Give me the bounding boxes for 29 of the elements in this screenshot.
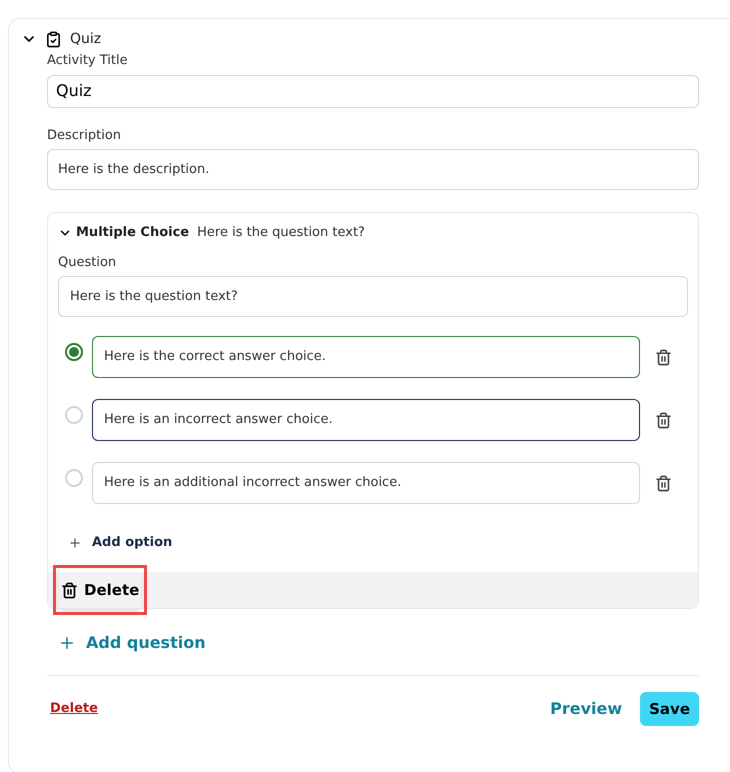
delete-question-button[interactable]: Delete <box>59 570 142 610</box>
trash-icon <box>61 582 78 598</box>
add-question-button[interactable]: Add question <box>58 631 206 655</box>
answer-field[interactable]: Here is an additional incorrect answer choice. <box>92 462 640 504</box>
preview-button[interactable]: Preview <box>550 697 622 721</box>
delete-link[interactable]: Delete <box>50 699 98 719</box>
text-field[interactable]: Here is the description. <box>47 149 699 190</box>
field-label: Activity Title <box>47 52 129 70</box>
question-summary: Here is the question text? <box>197 224 365 242</box>
trash-icon <box>655 474 672 492</box>
plus-icon <box>68 536 82 550</box>
question-field[interactable]: Here is the question text? <box>58 276 688 317</box>
add-option-button[interactable]: Add option <box>68 528 172 558</box>
delete-choice-button[interactable] <box>655 474 672 492</box>
activity-name: Quiz <box>70 30 102 48</box>
delete-choice-button[interactable] <box>655 348 672 366</box>
question-type: Multiple Choice <box>76 224 190 242</box>
field-label: Description <box>47 126 122 144</box>
trash-icon <box>655 412 672 428</box>
field-label: Question <box>58 254 118 272</box>
plus-icon <box>58 634 76 652</box>
clipboard-check-icon <box>45 30 62 48</box>
save-button[interactable]: Save <box>640 692 699 726</box>
trash-icon <box>655 348 672 366</box>
text-field[interactable]: Quiz <box>47 74 699 108</box>
delete-choice-button[interactable] <box>655 412 672 428</box>
answer-field[interactable]: Here is an incorrect answer choice. <box>92 399 640 441</box>
answer-field[interactable]: Here is the correct answer choice. <box>92 336 640 378</box>
radio-button[interactable] <box>65 343 83 361</box>
